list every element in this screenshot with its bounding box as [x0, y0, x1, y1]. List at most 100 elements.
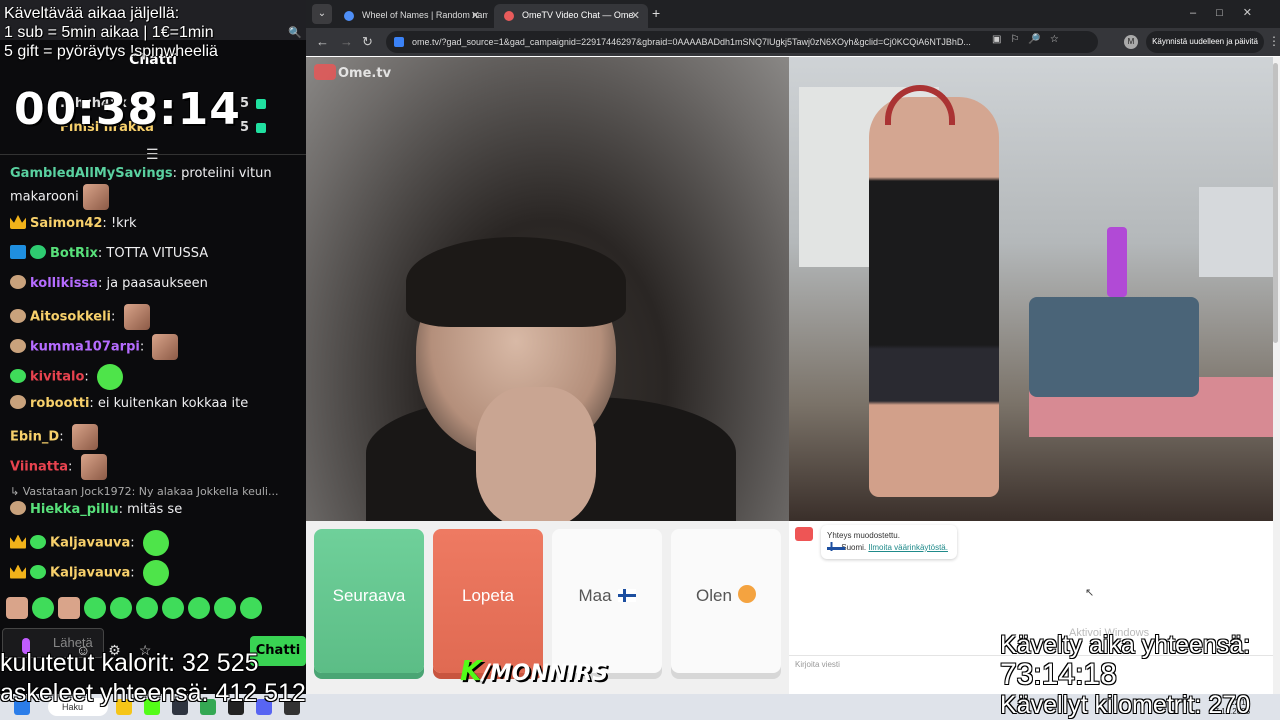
pet-carrier: [1029, 297, 1199, 397]
chat-emote[interactable]: [142, 530, 169, 556]
screen: 🔍 Chatti ...hch4xx 5 Finisi iirakka 5 ☰ …: [0, 0, 1280, 720]
chat-message-text: !krk: [110, 216, 137, 231]
wheel-favicon-icon: [344, 11, 354, 21]
chat-message-text: mitäs se: [127, 502, 183, 517]
emote-button[interactable]: [188, 597, 210, 619]
separator: :: [89, 396, 98, 411]
chat-username[interactable]: Viinatta: [10, 460, 68, 475]
hamster-badge-icon[interactable]: [10, 338, 26, 353]
chat-username[interactable]: kumma107arpi: [30, 340, 140, 355]
blob-badge-icon[interactable]: [30, 564, 46, 579]
tab-search-button[interactable]: ⌄: [312, 4, 332, 24]
overlay-line: 1 sub = 5min aikaa | 1€=1min: [4, 24, 214, 41]
walked-km: Kävellyt kilometrit: 270: [1000, 691, 1251, 719]
address-bar-actions[interactable]: ▣⚐🔎☆: [992, 34, 1068, 45]
reload-icon[interactable]: ↻: [362, 34, 373, 50]
chat-username[interactable]: kivitalo: [30, 370, 84, 385]
chat-message-text: ei kuitenkan kokkaa ite: [97, 396, 249, 411]
chat-username[interactable]: Kaljavauva: [50, 566, 130, 581]
crown-badge-icon[interactable]: [10, 534, 26, 549]
hamster-badge-icon[interactable]: [10, 275, 26, 289]
country-button[interactable]: Maa: [552, 529, 662, 673]
chat-username[interactable]: Ebin_D: [10, 430, 59, 445]
new-tab-icon[interactable]: +: [652, 5, 660, 21]
chat-username[interactable]: robootti: [30, 396, 89, 411]
chat-emote[interactable]: [80, 454, 107, 480]
emote-button[interactable]: [6, 597, 28, 619]
chat-emote[interactable]: [71, 424, 98, 450]
chat-message: kivitalo:: [0, 364, 306, 390]
chat-message: GambledAllMySavings: proteiini vitun mak…: [0, 164, 306, 210]
connection-status: Yhteys muodostettu.: [827, 531, 900, 540]
hamster-badge-icon[interactable]: [10, 501, 26, 515]
mouse-cursor-icon: ↖: [1085, 587, 1095, 599]
emote-button[interactable]: [32, 597, 54, 619]
site-info-icon[interactable]: [394, 37, 404, 47]
scrollbar-thumb[interactable]: [1273, 63, 1278, 343]
emote-button[interactable]: [58, 597, 80, 619]
forward-icon[interactable]: →: [340, 34, 353, 49]
finland-flag-icon: [827, 542, 845, 551]
browser-toolbar: ← → ↻ ome.tv/?gad_source=1&gad_campaigni…: [306, 28, 1280, 56]
separator: :: [111, 309, 120, 325]
emote-button[interactable]: [214, 597, 236, 619]
chat-username[interactable]: GambledAllMySavings: [10, 166, 173, 181]
person-emoji-icon: [737, 585, 756, 603]
fridge: [1199, 187, 1273, 277]
chat-emote[interactable]: [96, 364, 123, 390]
emote-button[interactable]: [162, 597, 184, 619]
chat-username[interactable]: Aitosokkeli: [30, 310, 111, 325]
hamster-badge-icon[interactable]: [10, 308, 26, 323]
report-link[interactable]: Ilmoita väärinkäytöstä.: [868, 543, 948, 552]
overlay-line: 5 gift = pyöräytys !spinwheeliä: [4, 43, 218, 60]
emote-button[interactable]: [84, 597, 106, 619]
tab-wheel-of-names[interactable]: Wheel of Names | Random nam ✕: [334, 4, 488, 28]
chat-emote[interactable]: [123, 304, 150, 330]
stop-button[interactable]: Lopeta: [433, 529, 543, 673]
separator: :: [172, 166, 182, 181]
gift-icon: [256, 99, 266, 109]
chat-message: Kaljavauva:: [0, 530, 306, 556]
chat-message: Ebin_D:: [0, 424, 306, 450]
crown-badge-icon[interactable]: [10, 215, 26, 229]
chat-emote[interactable]: [142, 560, 169, 586]
close-icon[interactable]: ✕: [471, 9, 480, 22]
verify-badge-icon[interactable]: [30, 245, 46, 259]
url-text: ome.tv/?gad_source=1&gad_campaignid=2291…: [412, 37, 971, 47]
reply-preview[interactable]: ↳ Vastataan Jock1972: Ny alakaa Jokkella…: [10, 485, 278, 498]
overlay-line: Käveltävää aikaa jäljellä:: [4, 5, 180, 22]
emote-button[interactable]: [240, 597, 262, 619]
tab-title: OmeTV Video Chat — Ome: [522, 10, 634, 20]
emote-bar: [6, 597, 262, 621]
hamster-badge-icon[interactable]: [10, 395, 26, 409]
chat-emote[interactable]: [152, 334, 179, 360]
gifter-count: 5: [240, 96, 250, 111]
chat-username[interactable]: BotRix: [50, 246, 98, 261]
back-icon[interactable]: ←: [316, 34, 329, 49]
window-controls[interactable]: –□✕: [1190, 6, 1272, 19]
country-label: Maa: [578, 586, 612, 605]
separator: :: [102, 216, 111, 231]
kick-channel-logo: K/MONNIRS: [460, 654, 608, 687]
reply-text: Vastataan Jock1972: Ny alakaa Jokkella k…: [22, 485, 279, 498]
crown-badge-icon[interactable]: [10, 564, 26, 579]
page-scrollbar[interactable]: [1273, 57, 1280, 694]
blob-badge-icon[interactable]: [30, 534, 46, 549]
restart-update-button[interactable]: Käynnistä uudelleen ja päivitä: [1146, 31, 1264, 53]
emote-button[interactable]: [110, 597, 132, 619]
menu-icon[interactable]: ⋮: [1268, 34, 1280, 48]
profile-avatar[interactable]: M: [1124, 35, 1138, 49]
ometv-favicon-icon: [504, 11, 514, 21]
blob-badge-icon[interactable]: [10, 368, 26, 383]
chat-username[interactable]: Hiekka_pillu: [30, 502, 119, 517]
chat-username[interactable]: kollikissa: [30, 276, 98, 291]
close-icon[interactable]: ✕: [631, 9, 640, 22]
chat-emote[interactable]: [82, 184, 109, 210]
ometv-logo: Ome.tv: [314, 64, 391, 81]
tab-ometv[interactable]: OmeTV Video Chat — Ome ✕: [494, 4, 648, 28]
hammer-badge-icon[interactable]: [10, 245, 26, 259]
emote-button[interactable]: [136, 597, 158, 619]
gender-button[interactable]: Olen: [671, 529, 781, 673]
chat-username[interactable]: Saimon42: [30, 216, 102, 231]
chat-username[interactable]: Kaljavauva: [50, 536, 130, 551]
